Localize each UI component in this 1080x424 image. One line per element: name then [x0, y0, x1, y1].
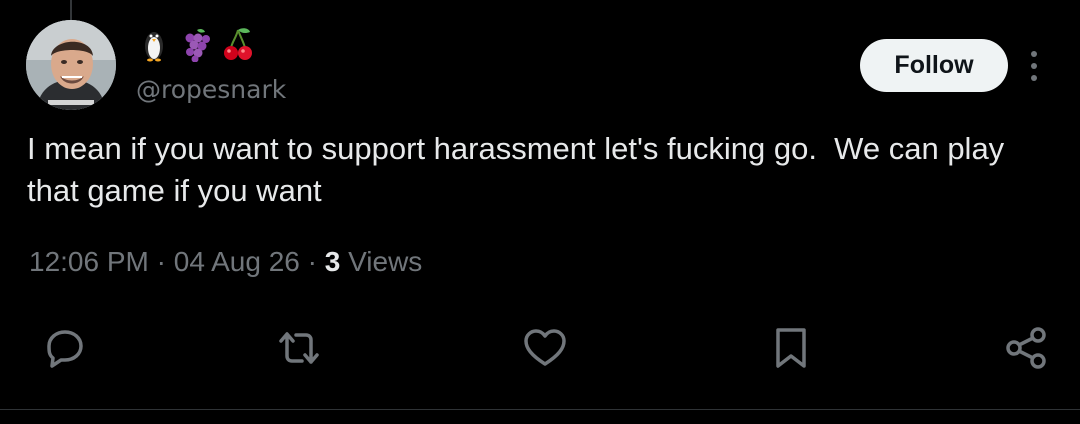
share-button[interactable]	[998, 320, 1054, 376]
views-count[interactable]: 3	[325, 246, 341, 277]
tweet-time[interactable]: 12:06 PM	[29, 246, 149, 277]
reply-button[interactable]	[37, 320, 93, 376]
display-name-emojis[interactable]	[138, 24, 254, 64]
tweet-text: I mean if you want to support harassment…	[27, 131, 1013, 208]
author-handle[interactable]: @ropesnark	[136, 72, 286, 108]
cherries-icon	[222, 26, 254, 62]
thread-connector-line	[70, 0, 72, 22]
share-icon	[1006, 327, 1046, 369]
meta-separator: ·	[307, 246, 317, 277]
tweet-date[interactable]: 04 Aug 26	[174, 246, 300, 277]
grapes-icon	[180, 26, 212, 63]
divider	[0, 409, 1080, 410]
penguin-icon	[138, 26, 170, 62]
follow-button[interactable]: Follow	[860, 39, 1008, 92]
bookmark-icon	[776, 328, 806, 368]
bookmark-button[interactable]	[763, 320, 819, 376]
views-label[interactable]: Views	[348, 246, 422, 277]
avatar-image	[26, 20, 116, 110]
reply-icon	[47, 330, 83, 368]
tweet-metadata: 12:06 PM · 04 Aug 26 · 3 Views	[29, 242, 422, 282]
like-button[interactable]	[517, 320, 573, 376]
heart-icon	[524, 329, 566, 366]
action-bar	[0, 320, 1080, 376]
avatar[interactable]	[26, 20, 116, 110]
meta-separator: ·	[156, 246, 166, 277]
repost-button[interactable]	[271, 320, 327, 376]
more-vertical-icon[interactable]	[1022, 46, 1046, 86]
repost-icon	[279, 332, 319, 364]
